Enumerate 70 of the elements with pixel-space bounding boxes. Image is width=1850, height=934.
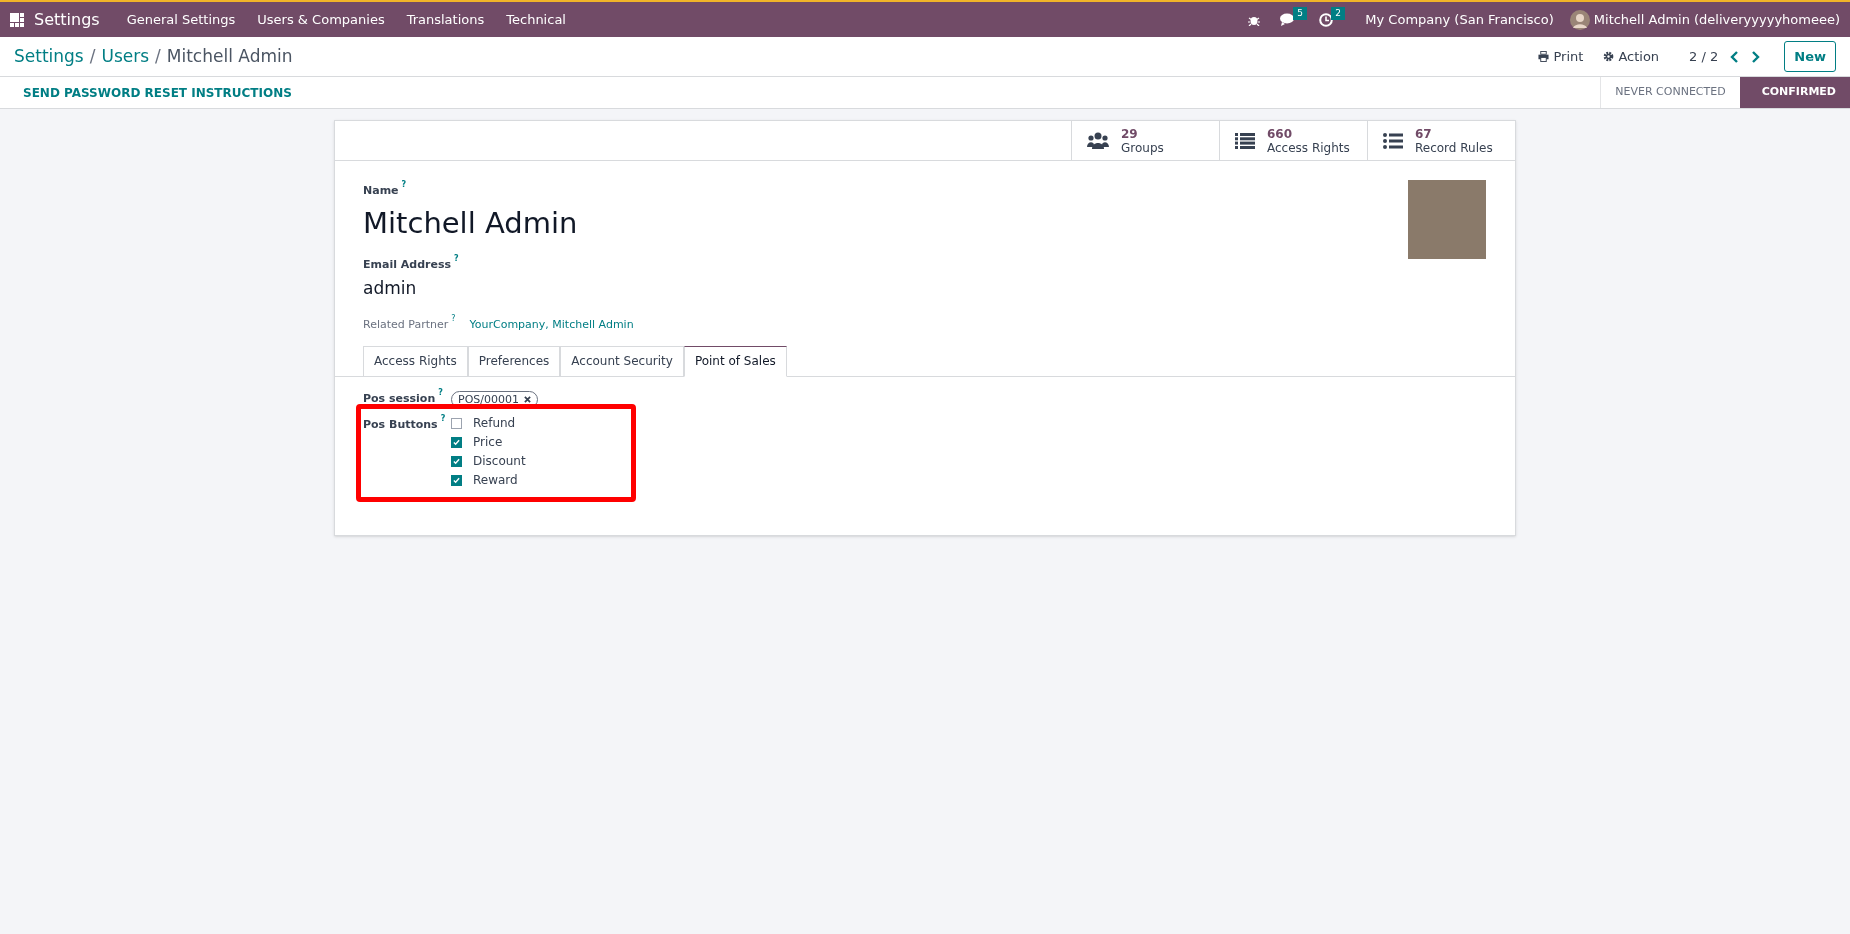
apps-menu-icon[interactable]	[10, 12, 24, 27]
help-icon[interactable]: ?	[438, 387, 443, 397]
stat-button[interactable]: 67 Record Rules	[1367, 121, 1515, 160]
menu-item[interactable]: Users & Companies	[246, 9, 396, 30]
breadcrumb-item[interactable]: Settings	[14, 43, 84, 70]
status-step[interactable]: NEVER CONNECTED	[1600, 77, 1740, 108]
check-icon	[453, 457, 460, 465]
related-partner-link[interactable]: YourCompany, Mitchell Admin	[469, 317, 634, 334]
checkbox-label: Price	[473, 434, 503, 451]
checkbox-label: Reward	[473, 472, 518, 489]
app-name[interactable]: Settings	[34, 7, 100, 32]
user-avatar-icon[interactable]	[1569, 9, 1590, 30]
field-label: Pos Buttons	[363, 416, 438, 433]
stat-button[interactable]: 660 Access Rights	[1219, 121, 1367, 160]
tab[interactable]: Account Security	[560, 345, 684, 377]
breadcrumb-item[interactable]: Users	[101, 43, 150, 70]
help-icon[interactable]: ?	[440, 413, 446, 423]
reset-password-button[interactable]: SEND PASSWORD RESET INSTRUCTIONS	[0, 77, 315, 108]
help-icon[interactable]: ?	[454, 254, 459, 263]
field-label: Email Address	[363, 257, 451, 273]
stat-label: Record Rules	[1415, 140, 1493, 155]
company-switcher[interactable]: My Company (San Francisco)	[1365, 9, 1554, 30]
stat-value: 660	[1267, 126, 1294, 141]
stat-value: 29	[1121, 126, 1139, 141]
close-icon[interactable]	[524, 395, 531, 403]
menu-item[interactable]: General Settings	[115, 9, 247, 30]
print-button[interactable]: Print	[1538, 46, 1584, 67]
checkbox[interactable]	[451, 474, 462, 486]
breadcrumb-separator: /	[155, 44, 161, 68]
stat-button[interactable]: 29 Groups	[1071, 121, 1219, 160]
checkbox-label: Discount	[473, 453, 526, 470]
list-icon	[1235, 132, 1255, 149]
field-label: Pos session	[363, 390, 436, 407]
email-value: admin	[363, 276, 418, 300]
stat-value: 67	[1415, 126, 1433, 141]
users-icon	[1087, 132, 1109, 149]
tab[interactable]: Preferences	[467, 345, 561, 377]
check-icon	[453, 438, 460, 446]
checkbox[interactable]	[451, 436, 462, 448]
activity-count-badge: 2	[1331, 6, 1346, 20]
stat-label: Access Rights	[1267, 140, 1350, 155]
help-icon[interactable]: ?	[401, 180, 407, 189]
printer-icon	[1538, 51, 1550, 62]
checkbox[interactable]	[451, 455, 462, 467]
list-icon	[1383, 132, 1403, 149]
menu-item[interactable]: Technical	[495, 9, 577, 30]
user-menu[interactable]: Mitchell Admin (deliveryyyyyhomeee)	[1593, 9, 1840, 30]
tab[interactable]: Access Rights	[363, 345, 468, 377]
stat-label: Groups	[1121, 140, 1164, 155]
action-button[interactable]: Action	[1603, 46, 1660, 67]
message-count-badge: 5	[1293, 7, 1308, 20]
breadcrumb-separator: /	[89, 44, 96, 68]
new-button[interactable]: New	[1784, 40, 1836, 73]
previous-icon[interactable]	[1730, 50, 1741, 63]
gear-icon	[1603, 51, 1615, 62]
help-icon[interactable]: ?	[451, 314, 456, 323]
check-icon	[453, 476, 460, 484]
pager-value: 2 / 2	[1689, 47, 1719, 66]
tab[interactable]: Point of Sales	[683, 345, 787, 377]
field-label: Related Partner	[363, 317, 449, 333]
menu-item[interactable]: Translations	[395, 9, 496, 30]
clock-icon[interactable]	[1319, 12, 1334, 27]
field-label: Name	[363, 183, 399, 199]
checkbox-label: Refund	[473, 415, 516, 432]
breadcrumb-item[interactable]: Mitchell Admin	[166, 43, 293, 70]
next-icon[interactable]	[1750, 50, 1761, 63]
status-step[interactable]: CONFIRMED	[1739, 77, 1850, 108]
checkbox[interactable]	[451, 417, 462, 429]
chat-icon[interactable]	[1280, 13, 1296, 26]
name-value: Mitchell Admin	[363, 204, 579, 242]
